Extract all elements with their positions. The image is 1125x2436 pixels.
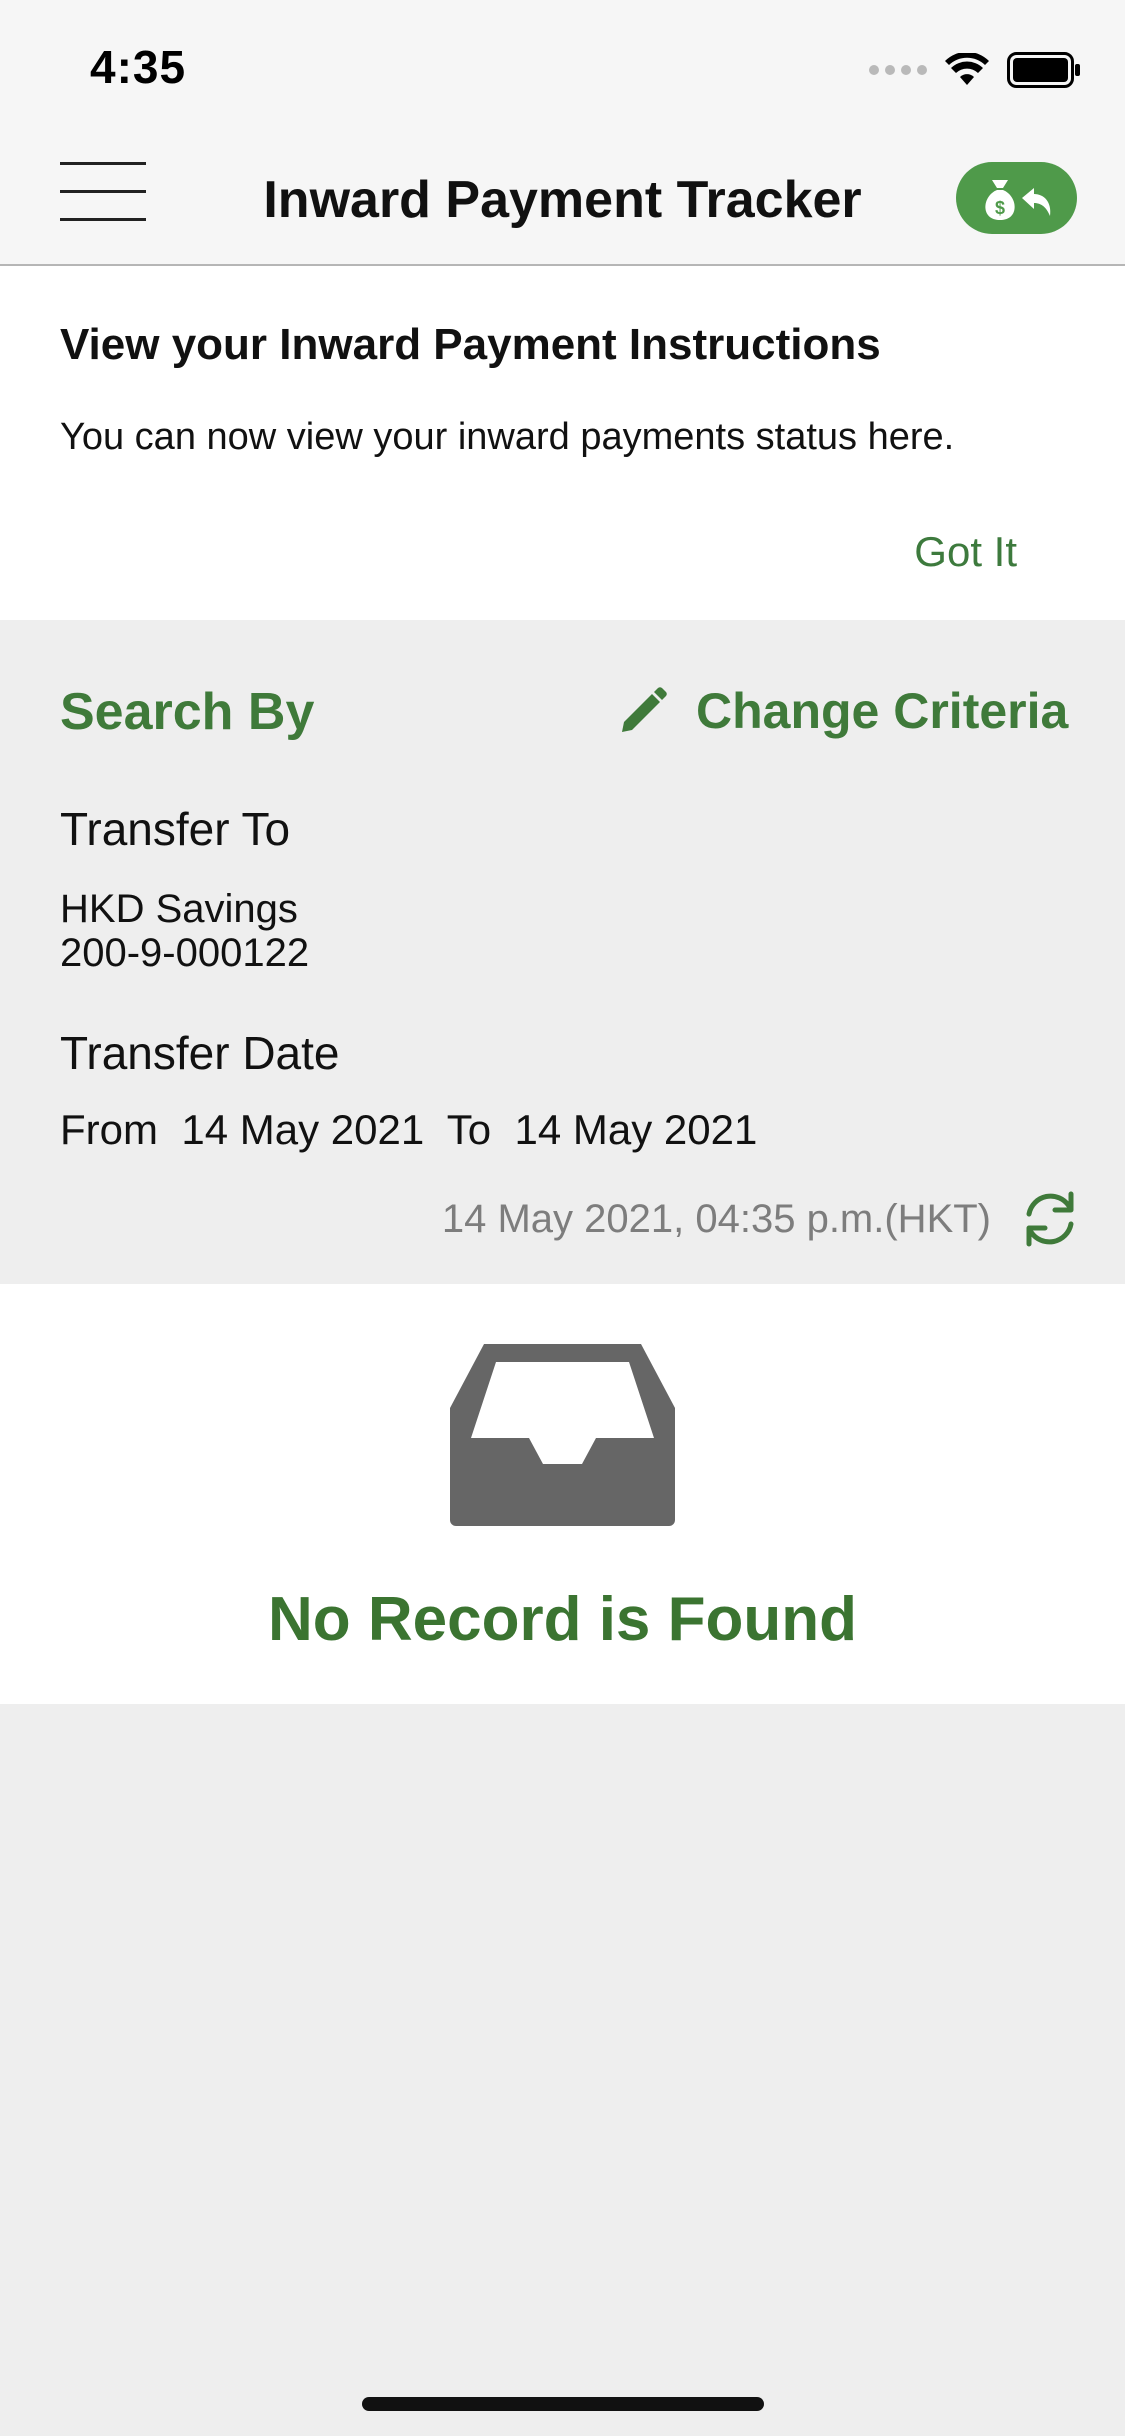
inbox-tray-icon xyxy=(450,1344,675,1526)
svg-text:$: $ xyxy=(994,198,1004,218)
info-tip-card: View your Inward Payment Instructions Yo… xyxy=(0,266,1125,620)
nav-bar: Inward Payment Tracker $ xyxy=(0,132,1125,266)
status-icons xyxy=(869,46,1081,94)
inward-payment-action-button[interactable]: $ xyxy=(956,162,1077,234)
battery-icon xyxy=(1007,52,1080,88)
refresh-icon[interactable] xyxy=(1019,1188,1081,1250)
cellular-signal-icon xyxy=(869,65,927,75)
to-label: To xyxy=(446,1106,492,1153)
to-date: 14 May 2021 xyxy=(514,1106,758,1153)
home-indicator xyxy=(362,2397,764,2411)
search-criteria-section: Search By Change Criteria Transfer To HK… xyxy=(0,620,1125,1284)
transfer-date-range: From 14 May 2021 To 14 May 2021 xyxy=(60,1106,757,1154)
tip-body: You can now view your inward payments st… xyxy=(60,416,955,458)
from-label: From xyxy=(60,1106,158,1153)
no-record-message: No Record is Found xyxy=(268,1585,857,1654)
change-criteria-button[interactable]: Change Criteria xyxy=(618,682,1068,740)
from-date: 14 May 2021 xyxy=(181,1106,425,1153)
account-number: 200-9-000122 xyxy=(60,931,310,975)
status-time: 4:35 xyxy=(90,41,187,93)
search-by-heading: Search By xyxy=(60,683,315,741)
got-it-button[interactable]: Got It xyxy=(914,528,1017,576)
transfer-to-label: Transfer To xyxy=(60,803,291,855)
money-bag-return-icon: $ xyxy=(984,180,1050,220)
tip-title: View your Inward Payment Instructions xyxy=(60,320,881,369)
pencil-icon xyxy=(622,687,667,732)
last-updated-timestamp: 14 May 2021, 04:35 p.m.(HKT) xyxy=(441,1196,991,1241)
status-bar: 4:35 xyxy=(0,0,1125,132)
transfer-date-label: Transfer Date xyxy=(60,1027,340,1079)
results-panel: No Record is Found xyxy=(0,1284,1125,1704)
wifi-icon xyxy=(945,53,989,85)
change-criteria-label: Change Criteria xyxy=(696,683,1069,739)
last-updated-row: 14 May 2021, 04:35 p.m.(HKT) xyxy=(442,1188,1081,1250)
account-name: HKD Savings xyxy=(60,887,298,931)
